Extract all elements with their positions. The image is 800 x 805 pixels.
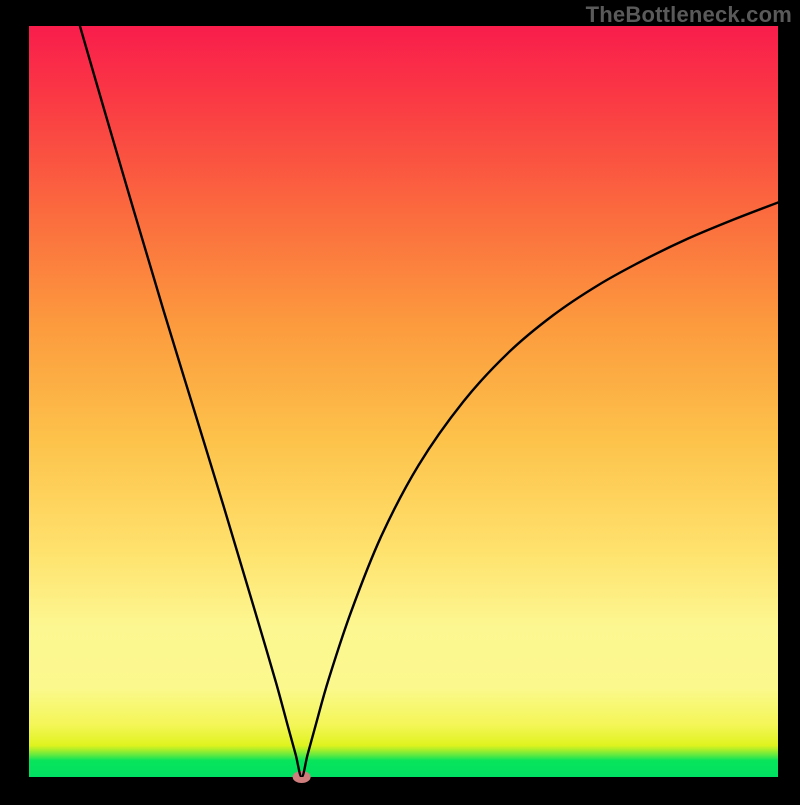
bottleneck-chart bbox=[0, 0, 800, 800]
chart-plot-bg bbox=[29, 26, 778, 777]
chart-frame: TheBottleneck.com bbox=[0, 0, 800, 800]
